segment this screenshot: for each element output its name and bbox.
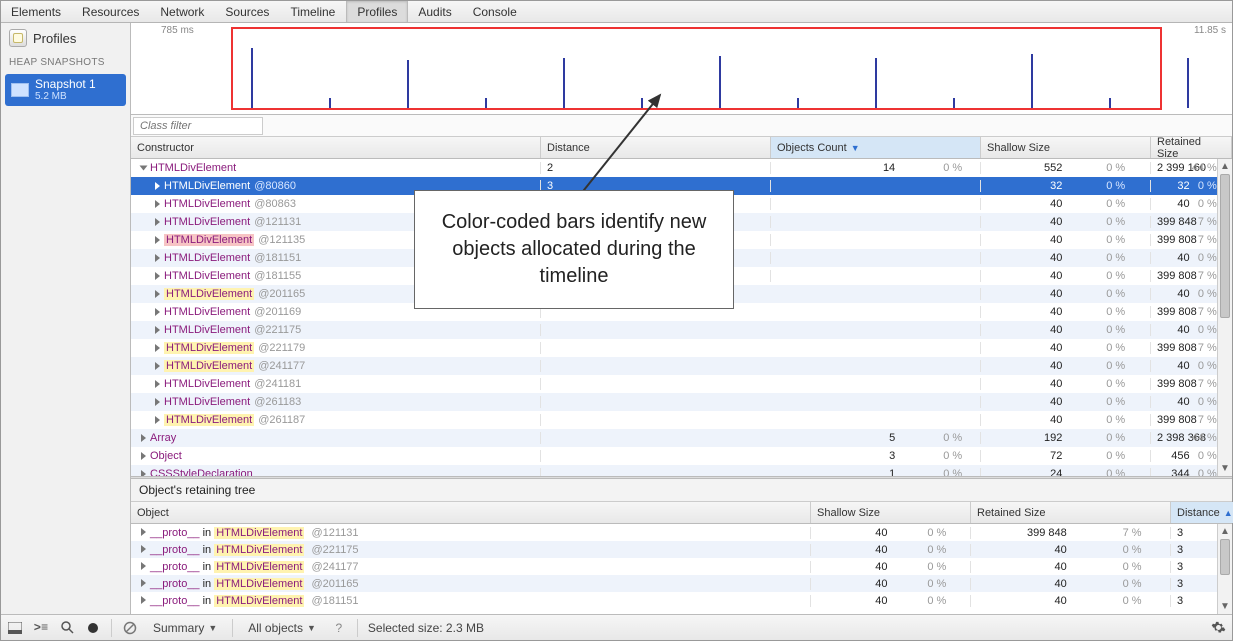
tab-audits[interactable]: Audits: [408, 1, 462, 22]
console-icon[interactable]: >≡: [33, 620, 49, 636]
rcol-shallow[interactable]: Shallow Size: [811, 502, 971, 523]
expand-icon[interactable]: [155, 416, 160, 424]
class-filter-row: [131, 115, 1232, 137]
tab-timeline[interactable]: Timeline: [280, 1, 346, 22]
scroll-up-icon[interactable]: ▲: [1218, 524, 1232, 539]
retaining-grid: __proto__ in HTMLDivElement @121131400 %…: [131, 524, 1232, 614]
expand-icon[interactable]: [155, 308, 160, 316]
expand-icon[interactable]: [141, 562, 146, 570]
table-row[interactable]: HTMLDivElement@241181400 %399 8087 %: [131, 375, 1232, 393]
col-shallow-size[interactable]: Shallow Size: [981, 137, 1151, 158]
grid-scrollbar[interactable]: ▲ ▼: [1217, 159, 1232, 476]
sidebar-title-row: Profiles: [1, 23, 130, 53]
table-row[interactable]: HTMLDivElement@221179400 %399 8087 %: [131, 339, 1232, 357]
help-icon[interactable]: ?: [331, 620, 347, 636]
table-row[interactable]: __proto__ in HTMLDivElement @221175400 %…: [131, 541, 1232, 558]
snapshot-item[interactable]: Snapshot 1 5.2 MB: [5, 74, 126, 106]
col-constructor[interactable]: Constructor: [131, 137, 541, 158]
expand-icon[interactable]: [155, 272, 160, 280]
allocation-timeline[interactable]: 785 ms 11.85 s: [131, 23, 1232, 115]
rcol-distance[interactable]: Distance▲: [1171, 502, 1233, 523]
table-row[interactable]: __proto__ in HTMLDivElement @241177400 %…: [131, 558, 1232, 575]
table-row[interactable]: __proto__ in HTMLDivElement @181151400 %…: [131, 592, 1232, 609]
tab-resources[interactable]: Resources: [72, 1, 150, 22]
col-distance[interactable]: Distance: [541, 137, 771, 158]
profile-icon: [9, 29, 27, 47]
class-filter-input[interactable]: [133, 117, 263, 135]
table-row[interactable]: HTMLDivElement@221175400 %400 %: [131, 321, 1232, 339]
tab-profiles[interactable]: Profiles: [346, 1, 408, 22]
retaining-grid-header: Object Shallow Size Retained Size Distan…: [131, 502, 1232, 524]
retaining-tree-title: Object's retaining tree: [131, 479, 1232, 502]
table-row[interactable]: Array50 %1920 %2 398 36844 %: [131, 429, 1232, 447]
table-row[interactable]: HTMLDivElement2140 %5520 %2 399 16044 %: [131, 159, 1232, 177]
expand-icon[interactable]: [155, 254, 160, 262]
summary-select[interactable]: Summary▼: [148, 618, 222, 638]
expand-icon[interactable]: [155, 218, 160, 226]
tab-console[interactable]: Console: [463, 1, 528, 22]
tab-sources[interactable]: Sources: [215, 1, 280, 22]
expand-icon[interactable]: [141, 452, 146, 460]
scroll-up-icon[interactable]: ▲: [1218, 159, 1232, 174]
expand-icon[interactable]: [140, 166, 148, 171]
expand-icon[interactable]: [155, 344, 160, 352]
col-retained-size[interactable]: Retained Size: [1151, 137, 1232, 158]
snapshot-name: Snapshot 1: [35, 78, 96, 91]
time-end-label: 11.85 s: [1194, 25, 1226, 36]
sort-desc-icon: ▼: [851, 143, 860, 153]
tab-network[interactable]: Network: [150, 1, 215, 22]
expand-icon[interactable]: [141, 470, 146, 476]
scroll-down-icon[interactable]: ▼: [1218, 461, 1232, 476]
expand-icon[interactable]: [141, 434, 146, 442]
content-area: 785 ms 11.85 s Constructor Distance Obje…: [131, 23, 1232, 614]
expand-icon[interactable]: [141, 545, 146, 553]
table-row[interactable]: HTMLDivElement@261187400 %399 8087 %: [131, 411, 1232, 429]
gear-icon[interactable]: [1210, 620, 1226, 636]
expand-icon[interactable]: [155, 182, 160, 190]
expand-icon[interactable]: [141, 579, 146, 587]
dock-icon[interactable]: [7, 620, 23, 636]
table-row[interactable]: Object30 %720 %4560 %: [131, 447, 1232, 465]
expand-icon[interactable]: [155, 398, 160, 406]
table-row[interactable]: __proto__ in HTMLDivElement @201165400 %…: [131, 575, 1232, 592]
table-row[interactable]: HTMLDivElement@261183400 %400 %: [131, 393, 1232, 411]
expand-icon[interactable]: [155, 290, 160, 298]
status-bar: >≡ Summary▼ All objects▼ ? Selected size…: [1, 614, 1232, 640]
expand-icon[interactable]: [155, 200, 160, 208]
rcol-retained[interactable]: Retained Size: [971, 502, 1171, 523]
expand-icon[interactable]: [141, 528, 146, 536]
snapshot-size: 5.2 MB: [35, 91, 96, 102]
sort-asc-icon: ▲: [1224, 508, 1233, 518]
snapshot-thumb-icon: [11, 83, 29, 97]
annotation-callout: Color-coded bars identify new objects al…: [414, 190, 734, 309]
record-icon[interactable]: [85, 620, 101, 636]
grid-header: Constructor Distance Objects Count▼ Shal…: [131, 137, 1232, 159]
rcol-object[interactable]: Object: [131, 502, 811, 523]
expand-icon[interactable]: [155, 326, 160, 334]
search-icon[interactable]: [59, 620, 75, 636]
table-row[interactable]: HTMLDivElement@241177400 %400 %: [131, 357, 1232, 375]
tab-elements[interactable]: Elements: [1, 1, 72, 22]
all-objects-select[interactable]: All objects▼: [243, 618, 321, 638]
col-objects-count[interactable]: Objects Count▼: [771, 137, 981, 158]
retaining-scrollbar[interactable]: ▲ ▼: [1217, 524, 1232, 614]
profiles-sidebar: Profiles HEAP SNAPSHOTS Snapshot 1 5.2 M…: [1, 23, 131, 614]
sidebar-title: Profiles: [33, 31, 76, 46]
table-row[interactable]: __proto__ in HTMLDivElement @121131400 %…: [131, 524, 1232, 541]
timeline-bars: [131, 41, 1232, 108]
expand-icon[interactable]: [155, 362, 160, 370]
expand-icon[interactable]: [141, 596, 146, 604]
selected-size-label: Selected size: 2.3 MB: [368, 621, 484, 635]
heap-snapshots-label: HEAP SNAPSHOTS: [1, 53, 130, 72]
devtools-tabs: ElementsResourcesNetworkSourcesTimelineP…: [1, 1, 1232, 23]
expand-icon[interactable]: [155, 236, 160, 244]
expand-icon[interactable]: [155, 380, 160, 388]
table-row[interactable]: CSSStyleDeclaration10 %240 %3440 %: [131, 465, 1232, 476]
scroll-down-icon[interactable]: ▼: [1218, 599, 1232, 614]
clear-icon[interactable]: [122, 620, 138, 636]
time-start-label: 785 ms: [161, 25, 194, 36]
